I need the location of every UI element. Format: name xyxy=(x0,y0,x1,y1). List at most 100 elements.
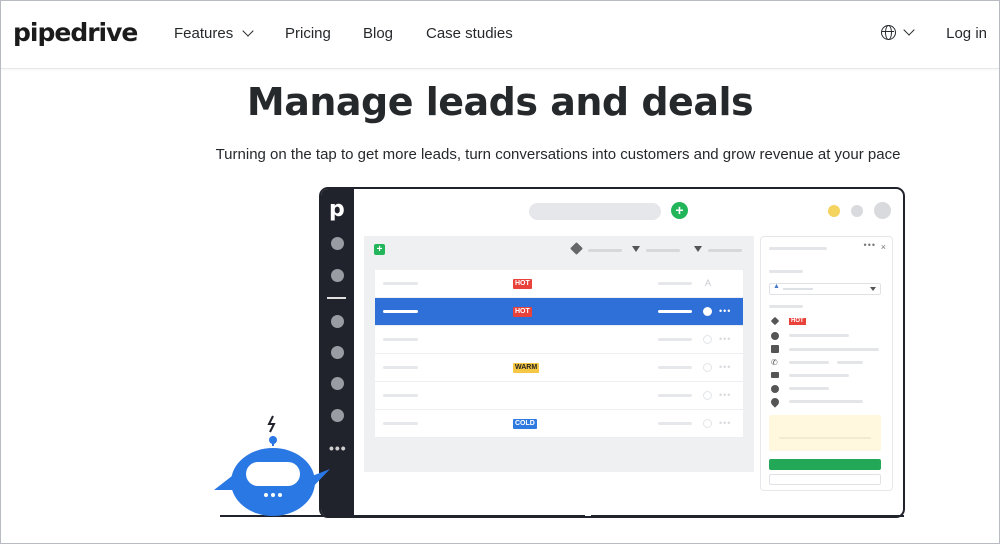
detail-title-placeholder xyxy=(769,247,827,250)
row-avatar xyxy=(703,335,712,344)
mockup-sidebar-logo: p xyxy=(329,197,345,222)
globe-icon xyxy=(881,25,896,40)
more-icon: ••• xyxy=(719,362,732,372)
detail-placeholder xyxy=(789,387,829,390)
building-icon xyxy=(771,345,779,353)
filter-placeholder xyxy=(708,249,742,252)
row-placeholder xyxy=(383,366,418,369)
nav-pricing[interactable]: Pricing xyxy=(285,25,331,42)
user-icon xyxy=(771,332,779,340)
row-avatar xyxy=(703,391,712,400)
row-avatar xyxy=(703,419,712,428)
sidebar-nav-dot xyxy=(331,237,344,250)
app-mockup: p ••• + + HOT A HOT ••• ••• WARM ••• •••… xyxy=(319,187,905,518)
detail-primary-button xyxy=(769,459,881,470)
detail-placeholder xyxy=(837,361,863,364)
mail-icon xyxy=(771,372,779,378)
lightning-icon xyxy=(267,415,276,433)
status-badge: HOT xyxy=(513,279,532,289)
mockup-status-dot xyxy=(828,205,840,217)
hero-title: Manage leads and deals xyxy=(246,80,754,124)
row-placeholder xyxy=(658,282,692,285)
table-row: HOT A xyxy=(375,270,743,298)
chevron-down-icon xyxy=(242,25,254,37)
detail-placeholder xyxy=(789,361,829,364)
sidebar-nav-dot xyxy=(331,409,344,422)
sidebar-active-indicator xyxy=(327,297,346,299)
leads-table: HOT A HOT ••• ••• WARM ••• ••• COLD ••• xyxy=(375,270,743,438)
table-row-selected: HOT ••• xyxy=(375,298,743,326)
mockup-leads-list: + HOT A HOT ••• ••• WARM ••• ••• COLD ••… xyxy=(364,236,754,472)
location-icon xyxy=(769,396,781,408)
phone-icon: ✆ xyxy=(771,358,778,367)
detail-placeholder xyxy=(769,305,803,308)
status-badge: HOT xyxy=(513,307,532,317)
row-placeholder xyxy=(658,338,692,341)
row-placeholder xyxy=(658,394,692,397)
plus-icon: + xyxy=(671,202,688,219)
detail-placeholder xyxy=(789,374,849,377)
status-badge: COLD xyxy=(513,419,537,429)
detail-placeholder xyxy=(789,334,849,337)
mockup-search-bar xyxy=(529,203,661,220)
row-placeholder xyxy=(383,282,418,285)
plus-icon: + xyxy=(374,244,385,255)
detail-note-area xyxy=(769,415,881,451)
row-placeholder xyxy=(658,310,692,313)
tag-icon xyxy=(770,316,780,326)
sidebar-nav-dot xyxy=(331,269,344,282)
nav-features-label: Features xyxy=(174,25,234,42)
filter-placeholder xyxy=(646,249,680,252)
mockup-base-line xyxy=(591,515,904,517)
top-nav: pipedrive Features Pricing Blog Case stu… xyxy=(1,1,999,69)
detail-placeholder xyxy=(779,437,871,439)
row-placeholder xyxy=(658,366,692,369)
more-icon: ••• xyxy=(719,334,732,344)
table-row: COLD ••• xyxy=(375,410,743,438)
row-avatar xyxy=(703,307,712,316)
row-placeholder xyxy=(383,422,418,425)
nav-features[interactable]: Features xyxy=(174,25,254,42)
hero-subtitle: Turning on the tap to get more leads, tu… xyxy=(0,146,1000,163)
caret-down-icon xyxy=(632,246,640,252)
status-badge: HOT xyxy=(789,318,806,325)
caret-down-icon xyxy=(870,287,876,291)
detail-placeholder xyxy=(789,400,863,403)
person-icon: ▲ xyxy=(773,283,780,290)
nav-case-studies[interactable]: Case studies xyxy=(426,25,513,42)
mockup-status-dot xyxy=(851,205,863,217)
row-placeholder xyxy=(658,422,692,425)
detail-secondary-button xyxy=(769,474,881,485)
table-row: ••• xyxy=(375,382,743,410)
language-selector[interactable] xyxy=(881,23,915,40)
logo[interactable]: pipedrive xyxy=(13,18,138,47)
row-placeholder xyxy=(383,338,418,341)
sidebar-nav-dot xyxy=(331,377,344,390)
more-icon: ••• xyxy=(863,240,876,250)
status-badge: WARM xyxy=(513,363,540,373)
detail-placeholder xyxy=(769,270,803,273)
more-icon: ••• xyxy=(719,306,732,316)
nav-blog[interactable]: Blog xyxy=(363,25,393,42)
caret-down-icon xyxy=(694,246,702,252)
tag-icon xyxy=(570,242,583,255)
login-link[interactable]: Log in xyxy=(946,25,987,42)
sidebar-nav-dot xyxy=(331,346,344,359)
mockup-detail-panel: ••• × ▲ HOT ✆ xyxy=(760,236,893,491)
filter-placeholder xyxy=(588,249,622,252)
detail-placeholder xyxy=(783,288,813,290)
person-icon: A xyxy=(705,278,712,288)
sidebar-nav-dot xyxy=(331,315,344,328)
chevron-down-icon xyxy=(903,23,915,36)
table-row: WARM ••• xyxy=(375,354,743,382)
close-icon: × xyxy=(880,242,886,252)
row-placeholder xyxy=(383,310,418,313)
table-row: ••• xyxy=(375,326,743,354)
globe-icon xyxy=(771,385,779,393)
robot-mascot-icon xyxy=(214,415,330,516)
mockup-avatar xyxy=(874,202,891,219)
more-icon: ••• xyxy=(719,390,732,400)
row-avatar xyxy=(703,363,712,372)
detail-placeholder xyxy=(789,348,879,351)
detail-owner-select: ▲ xyxy=(769,283,881,295)
